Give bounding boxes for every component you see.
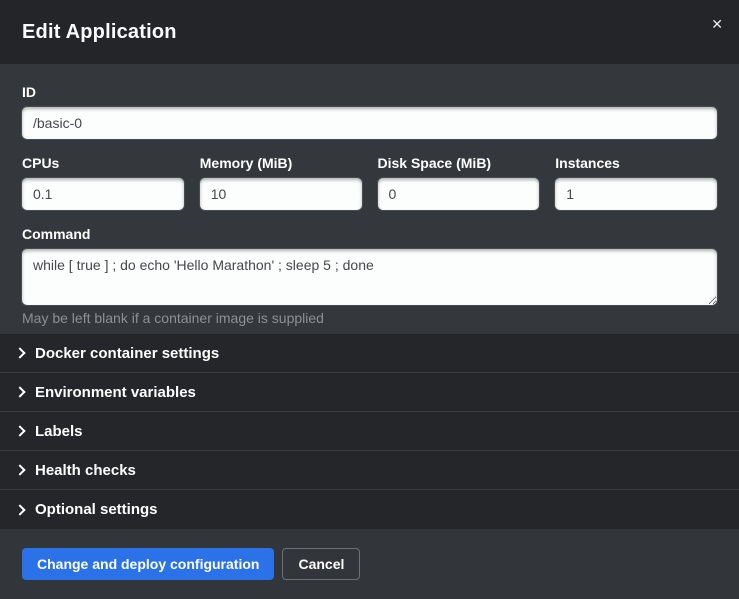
modal-footer: Change and deploy configuration Cancel — [0, 529, 739, 599]
cpus-field-group: CPUs — [22, 155, 184, 210]
chevron-right-icon — [14, 347, 25, 358]
command-field-group: Command while [ true ] ; do echo 'Hello … — [22, 226, 717, 326]
cancel-button[interactable]: Cancel — [282, 548, 360, 580]
section-docker-container-settings[interactable]: Docker container settings — [0, 334, 739, 373]
close-icon[interactable]: ✕ — [711, 17, 723, 31]
instances-field-label: Instances — [555, 155, 717, 171]
chevron-right-icon — [14, 464, 25, 475]
section-label: Labels — [35, 423, 83, 440]
id-input[interactable] — [22, 107, 717, 139]
accordion-sections: Docker container settings Environment va… — [0, 334, 739, 529]
memory-input[interactable] — [200, 178, 362, 210]
cpus-input[interactable] — [22, 178, 184, 210]
modal-header: Edit Application ✕ — [0, 0, 739, 64]
disk-field-label: Disk Space (MiB) — [378, 155, 540, 171]
form-section: ID CPUs Memory (MiB) Disk Space (MiB) In… — [0, 64, 739, 334]
id-field-label: ID — [22, 84, 717, 100]
memory-field-label: Memory (MiB) — [200, 155, 362, 171]
id-field-group: ID — [22, 84, 717, 139]
command-textarea[interactable]: while [ true ] ; do echo 'Hello Marathon… — [22, 249, 717, 305]
section-label: Health checks — [35, 462, 136, 479]
chevron-right-icon — [14, 504, 25, 515]
section-optional-settings[interactable]: Optional settings — [0, 490, 739, 529]
instances-input[interactable] — [555, 178, 717, 210]
memory-field-group: Memory (MiB) — [200, 155, 362, 210]
resources-row: CPUs Memory (MiB) Disk Space (MiB) Insta… — [22, 155, 717, 210]
change-and-deploy-button[interactable]: Change and deploy configuration — [22, 548, 274, 580]
chevron-right-icon — [14, 425, 25, 436]
instances-field-group: Instances — [555, 155, 717, 210]
disk-field-group: Disk Space (MiB) — [378, 155, 540, 210]
section-environment-variables[interactable]: Environment variables — [0, 373, 739, 412]
command-help-text: May be left blank if a container image i… — [22, 310, 717, 326]
modal-title: Edit Application — [22, 21, 177, 44]
section-label: Optional settings — [35, 501, 158, 518]
section-label: Docker container settings — [35, 345, 219, 362]
disk-input[interactable] — [378, 178, 540, 210]
cpus-field-label: CPUs — [22, 155, 184, 171]
section-labels[interactable]: Labels — [0, 412, 739, 451]
edit-application-modal: Edit Application ✕ ID CPUs Memory (MiB) … — [0, 0, 739, 599]
chevron-right-icon — [14, 386, 25, 397]
section-label: Environment variables — [35, 384, 196, 401]
section-health-checks[interactable]: Health checks — [0, 451, 739, 490]
command-field-label: Command — [22, 226, 717, 242]
